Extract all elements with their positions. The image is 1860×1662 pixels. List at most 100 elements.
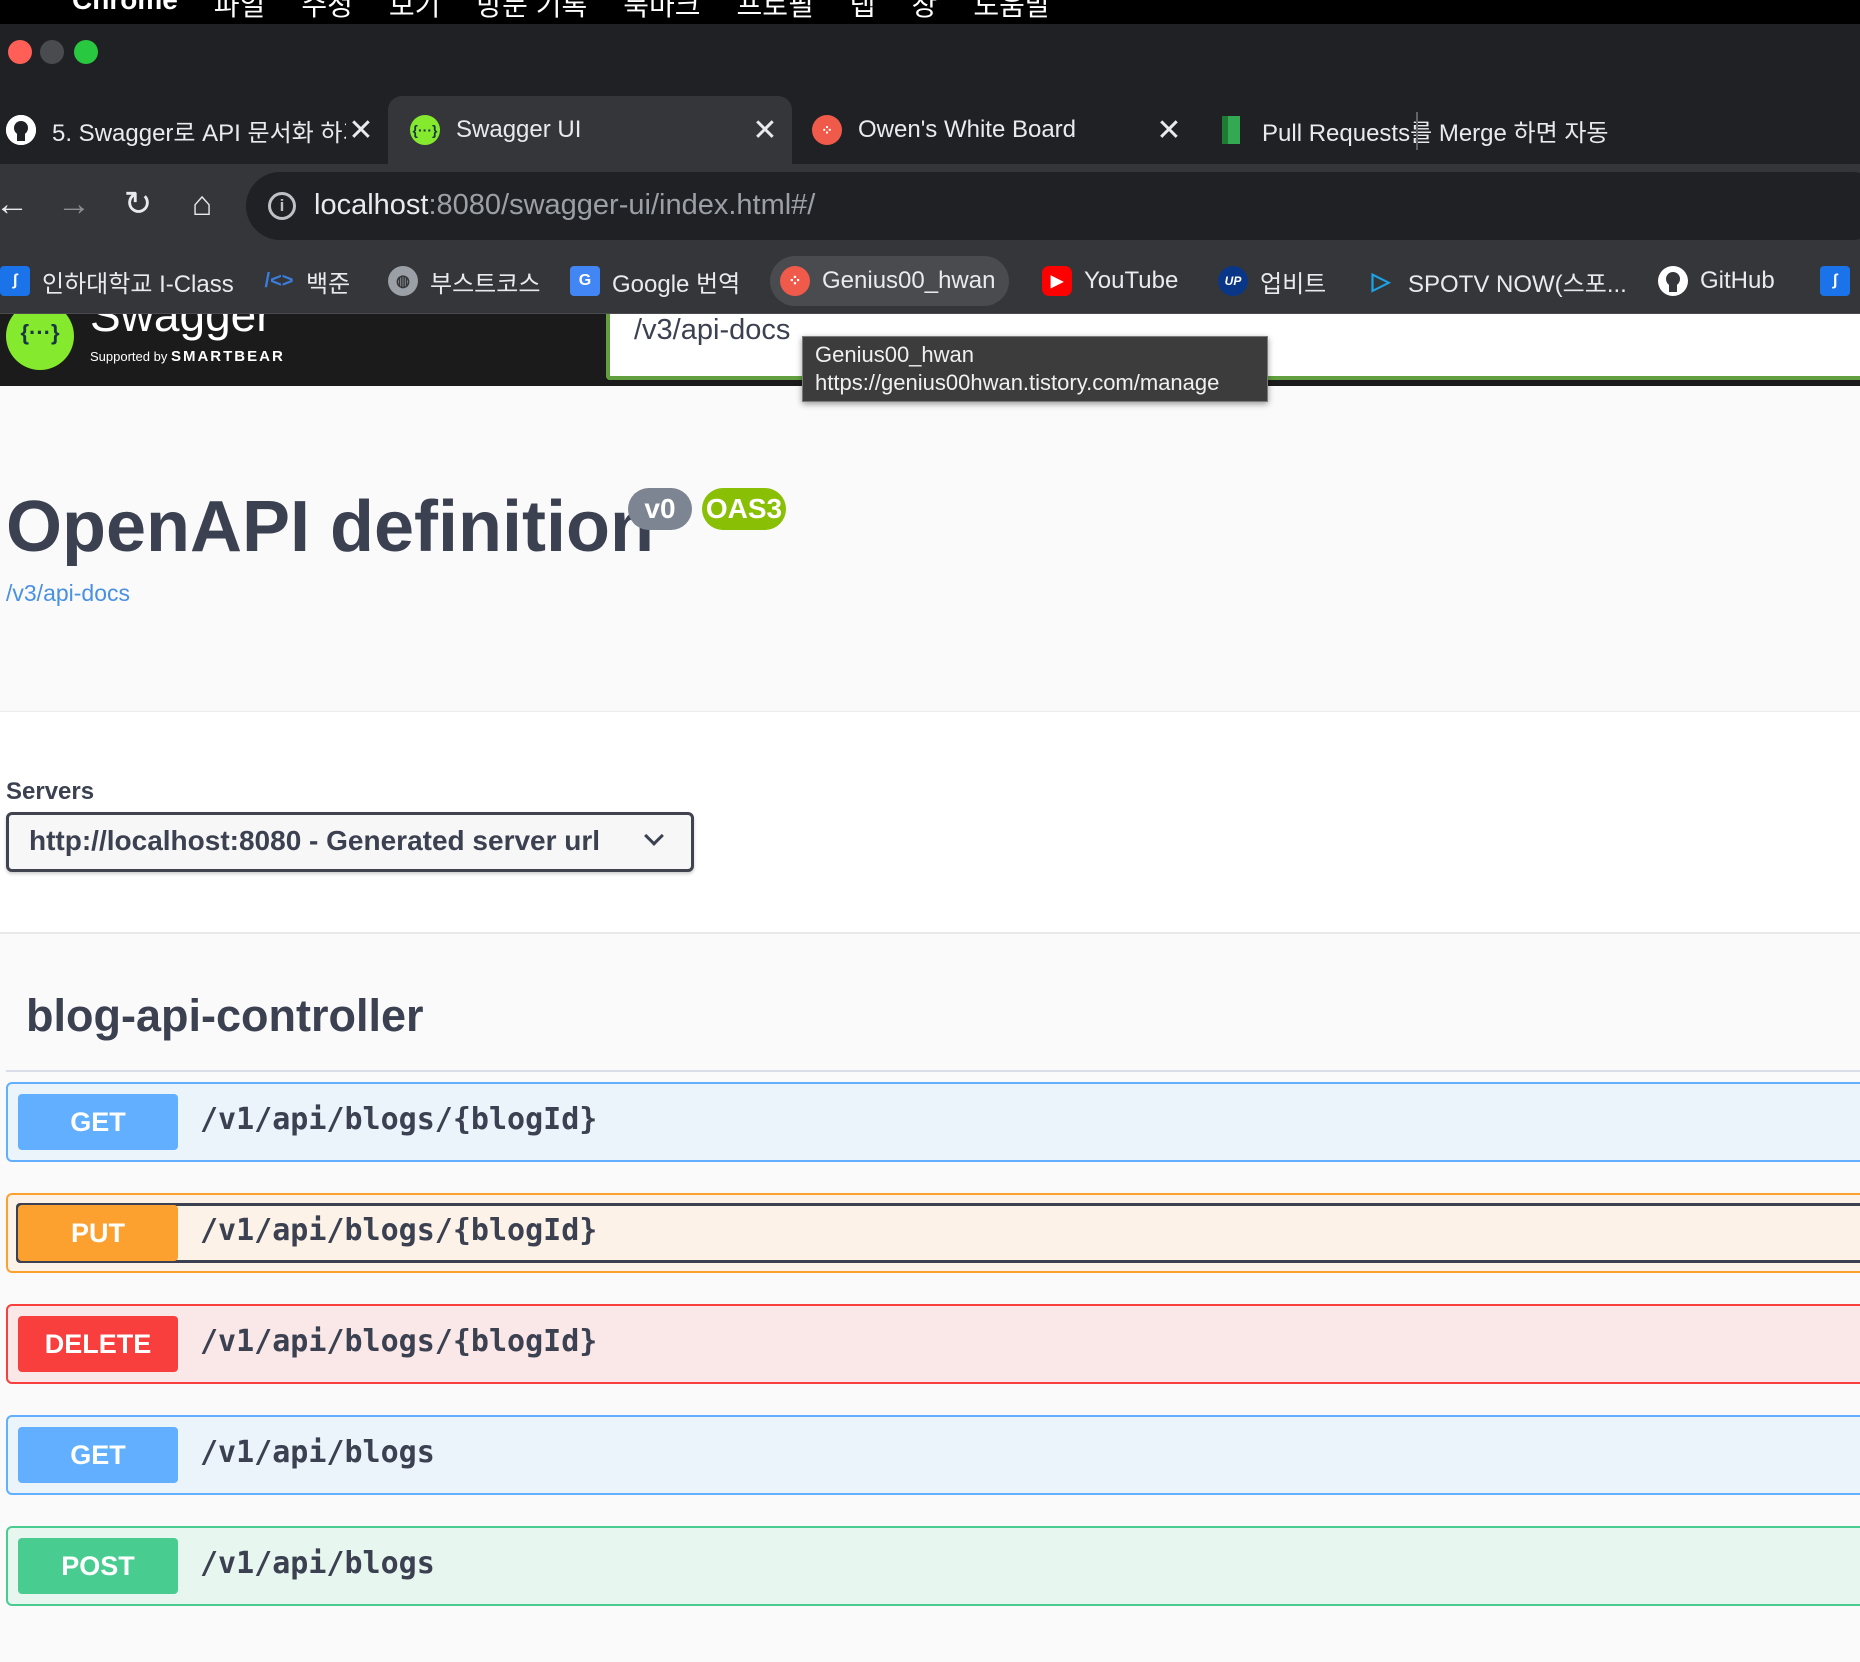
operation-path: /v1/api/blogs/{blogId}	[200, 1213, 598, 1248]
bookmark-icon	[1216, 115, 1246, 145]
servers-section: Servers http://localhost:8080 - Generate…	[0, 712, 1860, 934]
swagger-supported-by: Supported by SMARTBEAR	[90, 348, 285, 365]
bookmark-label: 백준	[306, 270, 351, 298]
tab-title: Owen's White Board	[858, 116, 1077, 143]
method-badge: POST	[18, 1538, 178, 1594]
swagger-logo-icon[interactable]: {···}	[6, 314, 74, 370]
operation-put-blog-by-id[interactable]: PUT /v1/api/blogs/{blogId}	[6, 1193, 1860, 1273]
operation-path: /v1/api/blogs	[200, 1546, 435, 1581]
tab-swagger-ui[interactable]: {···} Swagger UI ✕	[388, 96, 792, 164]
tab-pull-requests[interactable]: Pull Requests를 Merge 하면 자동	[1210, 96, 1860, 164]
close-icon[interactable]: ✕	[346, 113, 376, 148]
swagger-icon: {···}	[410, 115, 440, 145]
browser-toolbar: ← → ↻ ⌂ i localhost:8080/swagger-ui/inde…	[0, 164, 1860, 248]
bookmark-boostcourse[interactable]: ◍ 부스트코스	[378, 256, 554, 306]
tistory-icon: ⁘	[780, 266, 810, 296]
method-badge: PUT	[18, 1205, 178, 1261]
menu-window[interactable]: 창	[912, 0, 938, 24]
github-icon	[1658, 266, 1688, 296]
site-info-icon[interactable]: i	[268, 192, 296, 220]
servers-label: Servers	[6, 778, 95, 805]
servers-selected-value: http://localhost:8080 - Generated server…	[29, 825, 601, 856]
minimize-window-button[interactable]	[40, 40, 64, 64]
bookmark-label: Google 번역	[612, 270, 741, 298]
operation-path: /v1/api/blogs	[200, 1435, 435, 1470]
close-icon[interactable]: ✕	[1154, 113, 1184, 148]
close-window-button[interactable]	[8, 40, 32, 64]
tooltip-title: Genius00_hwan	[815, 342, 975, 367]
back-icon[interactable]: ←	[0, 182, 34, 226]
menu-chrome[interactable]: Chrome	[72, 0, 178, 24]
tab-title: Pull Requests를 Merge 하면 자동	[1262, 119, 1609, 147]
upbit-icon: UP	[1218, 266, 1248, 296]
bookmark-label: 업비트	[1260, 270, 1327, 298]
close-icon[interactable]: ✕	[750, 113, 780, 148]
menu-help[interactable]: 도움말	[973, 0, 1050, 24]
github-icon	[6, 115, 36, 145]
bookmarks-bar: ʃ 인하대학교 I-Class /<> 백준 ◍ 부스트코스 G Google …	[0, 248, 1860, 314]
version-badge: v0	[628, 488, 692, 530]
bookmark-upbit[interactable]: UP 업비트	[1208, 256, 1340, 306]
bookmark-label: Genius00_hwan	[822, 267, 996, 294]
address-bar[interactable]: i localhost:8080/swagger-ui/index.html#/	[246, 172, 1860, 240]
iclass-icon: ʃ	[0, 266, 30, 296]
bookmark-label: 부스트코스	[430, 270, 541, 298]
bookmark-genius00-hwan[interactable]: ⁘ Genius00_hwan	[770, 256, 1010, 306]
reload-icon[interactable]: ↻	[116, 182, 160, 226]
bookmark-label: 인하대학교 I-Class	[42, 270, 234, 298]
method-badge: GET	[18, 1427, 178, 1483]
servers-select[interactable]: http://localhost:8080 - Generated server…	[6, 812, 694, 872]
globe-icon: ◍	[388, 266, 418, 296]
tab-owens-white-board[interactable]: ⁘ Owen's White Board ✕	[806, 96, 1194, 164]
google-translate-icon: G	[570, 266, 600, 296]
bookmark-tooltip: Genius00_hwan https://genius00hwan.tisto…	[802, 336, 1268, 402]
bookmark-label: GitHub	[1700, 267, 1775, 294]
method-badge: DELETE	[18, 1316, 178, 1372]
spec-link[interactable]: /v3/api-docs	[6, 580, 130, 607]
menu-view[interactable]: 보기	[389, 0, 441, 24]
menu-history[interactable]: 방문 기록	[476, 0, 587, 24]
swagger-brand: Swagger	[90, 314, 272, 341]
bookmark-google-translate[interactable]: G Google 번역	[560, 256, 754, 306]
operation-path: /v1/api/blogs/{blogId}	[200, 1102, 598, 1137]
tag-title[interactable]: blog-api-controller	[26, 990, 424, 1042]
tab-strip: 5. Swagger로 API 문서화 하기 · Is ✕ {···} Swag…	[0, 80, 1860, 164]
tistory-icon: ⁘	[812, 115, 842, 145]
oas-badge: OAS3	[702, 488, 786, 530]
menu-file[interactable]: 파일	[214, 0, 266, 24]
bookmark-github[interactable]: GitHub	[1648, 256, 1789, 306]
tab-swagger-docs[interactable]: 5. Swagger로 API 문서화 하기 · Is ✕	[0, 96, 386, 164]
window-titlebar	[0, 24, 1860, 80]
menu-edit[interactable]: 수정	[301, 0, 353, 24]
method-badge: GET	[18, 1094, 178, 1150]
zoom-window-button[interactable]	[74, 40, 98, 64]
tooltip-url: https://genius00hwan.tistory.com/manage	[815, 370, 1220, 395]
api-info-section: OpenAPI definition v0 OAS3 /v3/api-docs	[0, 386, 1860, 712]
home-icon[interactable]: ⌂	[180, 182, 224, 226]
baekjoon-icon: /<>	[264, 269, 294, 292]
menu-tab[interactable]: 탭	[850, 0, 876, 24]
chevron-down-icon	[644, 826, 664, 846]
tab-title: Swagger UI	[456, 116, 582, 143]
operation-path: /v1/api/blogs/{blogId}	[200, 1324, 598, 1359]
youtube-icon: ▶	[1042, 266, 1072, 296]
bookmark-label: YouTube	[1084, 267, 1179, 294]
forward-icon[interactable]: →	[52, 182, 96, 226]
operation-delete-blog-by-id[interactable]: DELETE /v1/api/blogs/{blogId}	[6, 1304, 1860, 1384]
tag-divider	[6, 1070, 1860, 1072]
address-url: localhost:8080/swagger-ui/index.html#/	[314, 189, 816, 221]
menu-profiles[interactable]: 프로필	[737, 0, 814, 24]
spotv-icon: ▷	[1371, 267, 1391, 295]
bookmark-iclass[interactable]: ʃ 인하대학교 I-Class	[0, 256, 248, 306]
menu-bookmarks[interactable]: 북마크	[623, 0, 700, 24]
tab-title: 5. Swagger로 API 문서화 하기 · Is	[52, 119, 346, 147]
bookmark-youtube[interactable]: ▶ YouTube	[1032, 256, 1192, 306]
operation-get-blogs[interactable]: GET /v1/api/blogs	[6, 1415, 1860, 1495]
page-title: OpenAPI definition	[6, 487, 654, 567]
iclass-icon: ʃ	[1820, 266, 1850, 296]
bookmark-baekjoon[interactable]: /<> 백준	[254, 256, 364, 306]
bookmark-spotv[interactable]: ▷ SPOTV NOW(스포...	[1356, 256, 1641, 306]
operation-get-blog-by-id[interactable]: GET /v1/api/blogs/{blogId}	[6, 1082, 1860, 1162]
operation-post-blogs[interactable]: POST /v1/api/blogs	[6, 1526, 1860, 1606]
bookmark-overflow[interactable]: ʃ	[1810, 256, 1860, 306]
